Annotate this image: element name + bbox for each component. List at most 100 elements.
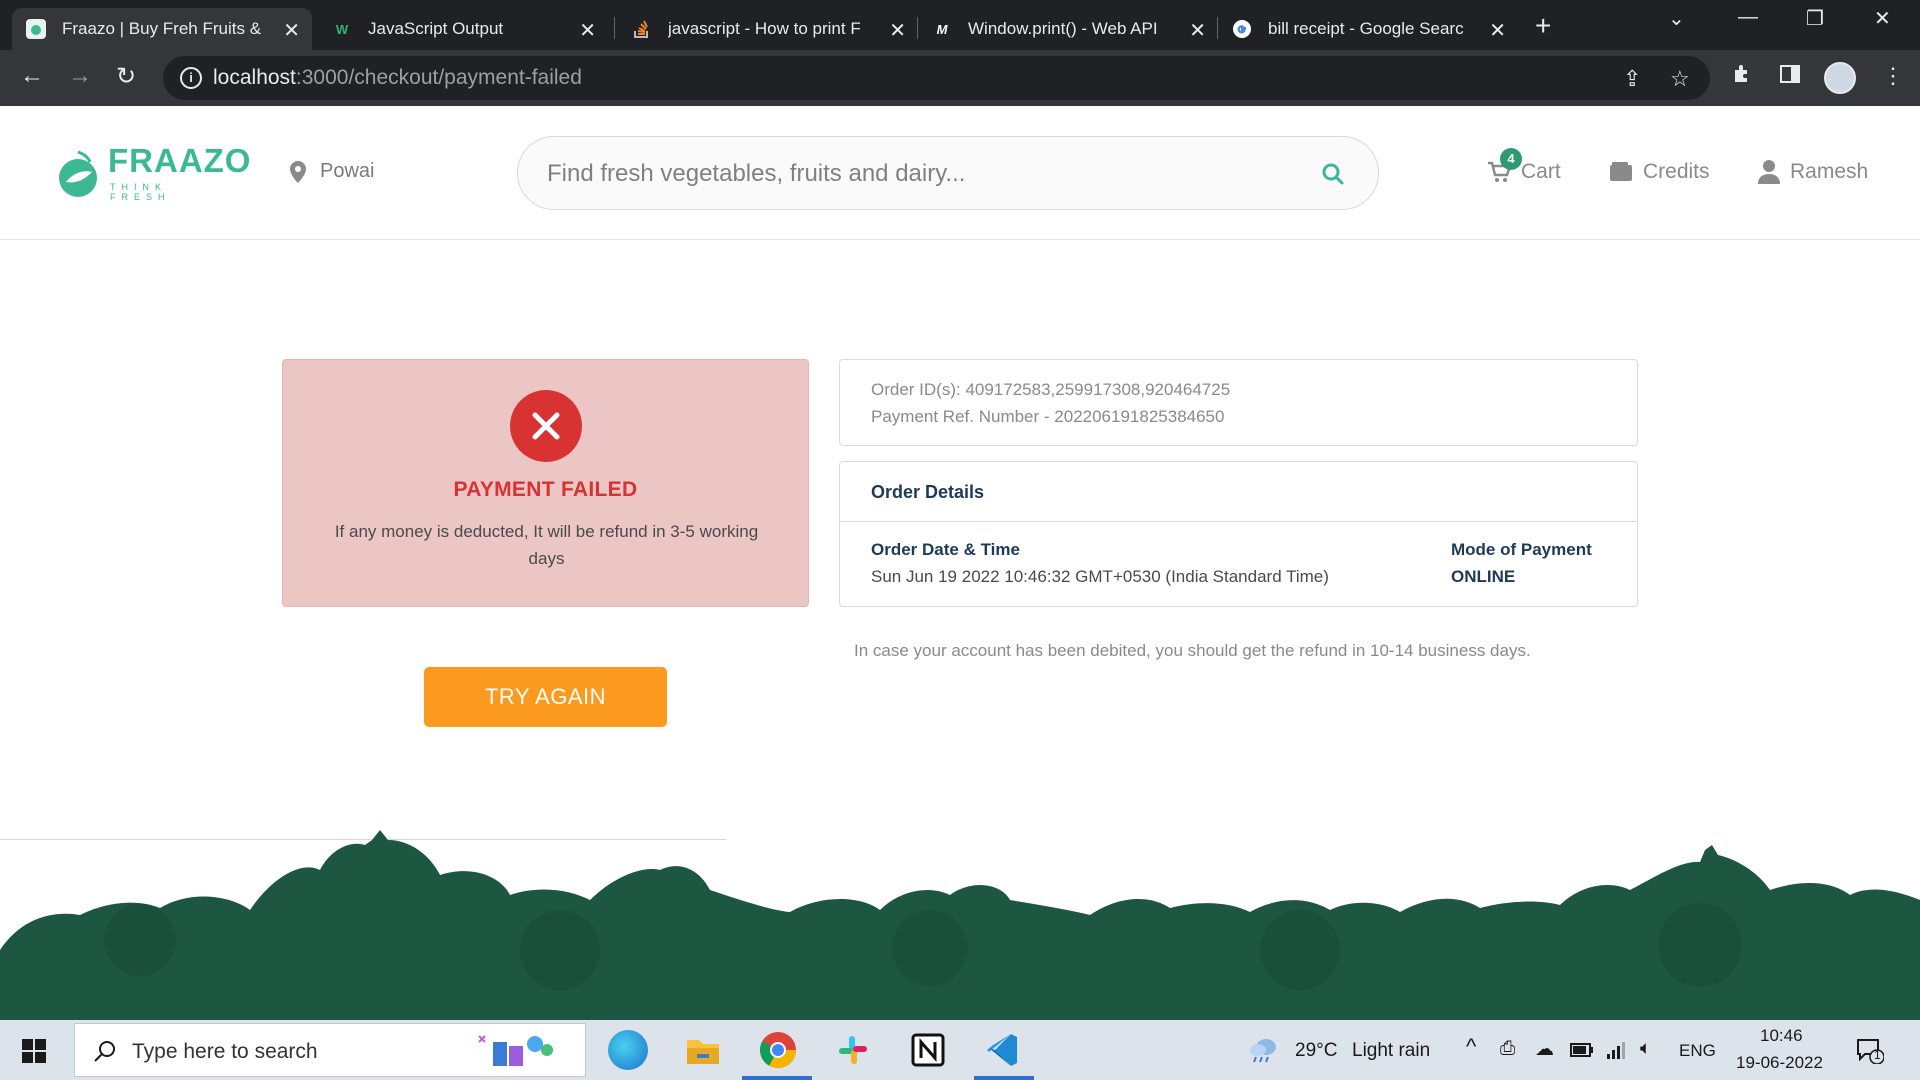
share-icon[interactable]: ⇪ bbox=[1623, 66, 1641, 92]
fraazo-favicon-icon bbox=[26, 19, 46, 39]
location-label: Powai bbox=[320, 160, 375, 182]
search-placeholder: Find fresh vegetables, fruits and dairy.… bbox=[547, 160, 966, 187]
tab-fraazo[interactable]: Fraazo | Buy Freh Fruits & ✕ bbox=[12, 8, 312, 50]
forward-icon[interactable]: → bbox=[68, 62, 92, 90]
weather-temperature[interactable]: 29°C bbox=[1295, 1040, 1337, 1062]
close-tab-icon[interactable]: ✕ bbox=[283, 18, 300, 43]
w3-favicon-icon: W bbox=[335, 21, 349, 37]
windows-start-icon[interactable] bbox=[22, 1039, 46, 1063]
location-pin-icon bbox=[290, 160, 306, 183]
order-date-value: Sun Jun 19 2022 10:46:32 GMT+0530 (India… bbox=[871, 567, 1329, 586]
stackoverflow-favicon-icon bbox=[632, 19, 652, 39]
logo-text: FRAAZO bbox=[108, 142, 252, 179]
windows-taskbar: Type here to search 29°C Light rain ^ ⎙ … bbox=[0, 1020, 1920, 1080]
order-ids: Order ID(s): 409172583,259917308,9204647… bbox=[871, 380, 1231, 399]
minimize-icon[interactable]: — bbox=[1738, 6, 1758, 29]
order-date-label: Order Date & Time bbox=[871, 540, 1020, 559]
onedrive-icon[interactable]: ☁ bbox=[1535, 1038, 1554, 1061]
tab-title: bill receipt - Google Searc bbox=[1268, 19, 1464, 38]
browser-tabstrip: Fraazo | Buy Freh Fruits & ✕ W JavaScrip… bbox=[0, 0, 1920, 50]
payment-status-title: PAYMENT FAILED bbox=[453, 478, 638, 501]
profile-avatar[interactable] bbox=[1824, 62, 1856, 94]
order-details-title: Order Details bbox=[871, 482, 985, 502]
error-x-icon bbox=[510, 390, 582, 462]
tab-title: javascript - How to print F bbox=[668, 19, 861, 38]
clock-date[interactable]: 19-06-2022 bbox=[1736, 1053, 1823, 1073]
fraazo-logo[interactable]: FRAAZO THINK FRESH bbox=[54, 142, 250, 202]
notion-icon[interactable] bbox=[908, 1030, 948, 1070]
close-tab-icon[interactable]: ✕ bbox=[889, 18, 906, 43]
input-language[interactable]: ENG bbox=[1679, 1041, 1716, 1061]
address-bar[interactable]: i localhost:3000/checkout/payment-failed… bbox=[163, 56, 1710, 100]
search-icon bbox=[94, 1041, 115, 1062]
fraazo-leaf-icon bbox=[59, 150, 97, 197]
site-info-icon[interactable]: i bbox=[180, 67, 202, 89]
payment-failed-panel: PAYMENT FAILED If any money is deducted,… bbox=[282, 359, 809, 607]
close-window-icon[interactable]: ✕ bbox=[1874, 6, 1891, 31]
back-icon[interactable]: ← bbox=[20, 62, 44, 90]
extensions-icon[interactable] bbox=[1731, 63, 1753, 91]
google-favicon-icon bbox=[1232, 19, 1252, 39]
new-tab-button[interactable]: + bbox=[1535, 10, 1551, 42]
order-details-card: Order Details Order Date & Time Sun Jun … bbox=[839, 461, 1638, 607]
user-name: Ramesh bbox=[1790, 160, 1869, 183]
payment-reference: Payment Ref. Number - 202206191825384650 bbox=[871, 407, 1225, 426]
edge-browser-icon[interactable] bbox=[608, 1030, 648, 1070]
tab-search-icon[interactable]: ⌄ bbox=[1668, 6, 1685, 31]
user-icon bbox=[1758, 160, 1780, 184]
weather-description[interactable]: Light rain bbox=[1352, 1040, 1430, 1062]
product-search-input[interactable]: Find fresh vegetables, fruits and dairy.… bbox=[517, 136, 1379, 210]
credits-link[interactable]: Credits bbox=[1609, 160, 1710, 184]
slack-icon[interactable] bbox=[833, 1030, 873, 1070]
logo-tagline: THINK FRESH bbox=[110, 182, 171, 202]
tab-mdn[interactable]: M Window.print() - Web API ✕ bbox=[918, 8, 1218, 50]
url-text: localhost:3000/checkout/payment-failed bbox=[213, 66, 582, 89]
side-panel-icon[interactable] bbox=[1779, 63, 1801, 91]
reload-icon[interactable]: ↻ bbox=[116, 62, 136, 91]
weather-cloud-rain-icon[interactable] bbox=[1248, 1037, 1280, 1063]
credits-label: Credits bbox=[1643, 160, 1710, 183]
meet-now-icon[interactable]: ⎙ bbox=[1500, 1038, 1515, 1060]
restore-icon[interactable]: ❐ bbox=[1806, 6, 1824, 31]
battery-icon[interactable] bbox=[1570, 1043, 1594, 1057]
tab-google-search[interactable]: bill receipt - Google Searc ✕ bbox=[1218, 8, 1518, 50]
payment-mode-value: ONLINE bbox=[1451, 567, 1516, 586]
cart-count-badge: 4 bbox=[1500, 148, 1522, 170]
try-again-button[interactable]: TRY AGAIN bbox=[424, 667, 667, 727]
tab-separator bbox=[614, 17, 615, 39]
chrome-browser-icon[interactable] bbox=[758, 1030, 798, 1070]
file-explorer-icon[interactable] bbox=[683, 1030, 723, 1070]
refund-note: In case your account has been debited, y… bbox=[854, 641, 1531, 660]
order-details-header: Order Details bbox=[840, 462, 1637, 522]
menu-kebab-icon[interactable]: ⋮ bbox=[1882, 63, 1904, 89]
tab-title: JavaScript Output bbox=[368, 19, 504, 38]
taskbar-search-placeholder: Type here to search bbox=[132, 1040, 318, 1063]
close-tab-icon[interactable]: ✕ bbox=[1189, 18, 1206, 43]
tab-title: Fraazo | Buy Freh Fruits & bbox=[62, 19, 262, 38]
bookmark-star-icon[interactable]: ☆ bbox=[1670, 66, 1690, 92]
tab-stackoverflow[interactable]: javascript - How to print F ✕ bbox=[618, 8, 918, 50]
close-tab-icon[interactable]: ✕ bbox=[579, 18, 596, 43]
mdn-favicon-icon: M bbox=[936, 21, 948, 37]
search-icon[interactable] bbox=[1320, 161, 1346, 187]
clock-time[interactable]: 10:46 bbox=[1760, 1026, 1803, 1046]
volume-icon[interactable]: 🔈︎ bbox=[1640, 1038, 1651, 1060]
notification-count: 1 bbox=[1874, 1048, 1881, 1062]
tab-javascript-output[interactable]: W JavaScript Output ✕ bbox=[318, 8, 608, 50]
taskbar-search-box[interactable]: Type here to search bbox=[74, 1023, 586, 1077]
vscode-icon[interactable] bbox=[983, 1030, 1023, 1070]
search-highlight-icon bbox=[478, 1035, 553, 1066]
show-hidden-icons-chevron-icon[interactable]: ^ bbox=[1466, 1034, 1476, 1060]
browser-toolbar: ← → ↻ i localhost:3000/checkout/payment-… bbox=[0, 50, 1920, 106]
payment-status-message: If any money is deducted, It will be ref… bbox=[334, 522, 759, 568]
payment-mode-label: Mode of Payment bbox=[1451, 540, 1592, 559]
tab-title: Window.print() - Web API bbox=[968, 19, 1158, 38]
close-tab-icon[interactable]: ✕ bbox=[1489, 18, 1506, 43]
location-selector[interactable]: Powai bbox=[290, 160, 374, 183]
user-account-link[interactable]: Ramesh bbox=[1758, 160, 1868, 184]
network-signal-icon[interactable] bbox=[1606, 1040, 1628, 1060]
cart-link[interactable]: Cart bbox=[1487, 160, 1561, 184]
cart-label: Cart bbox=[1521, 160, 1561, 183]
vscode-active-indicator bbox=[974, 1076, 1034, 1080]
order-reference-card: Order ID(s): 409172583,259917308,9204647… bbox=[839, 359, 1638, 446]
